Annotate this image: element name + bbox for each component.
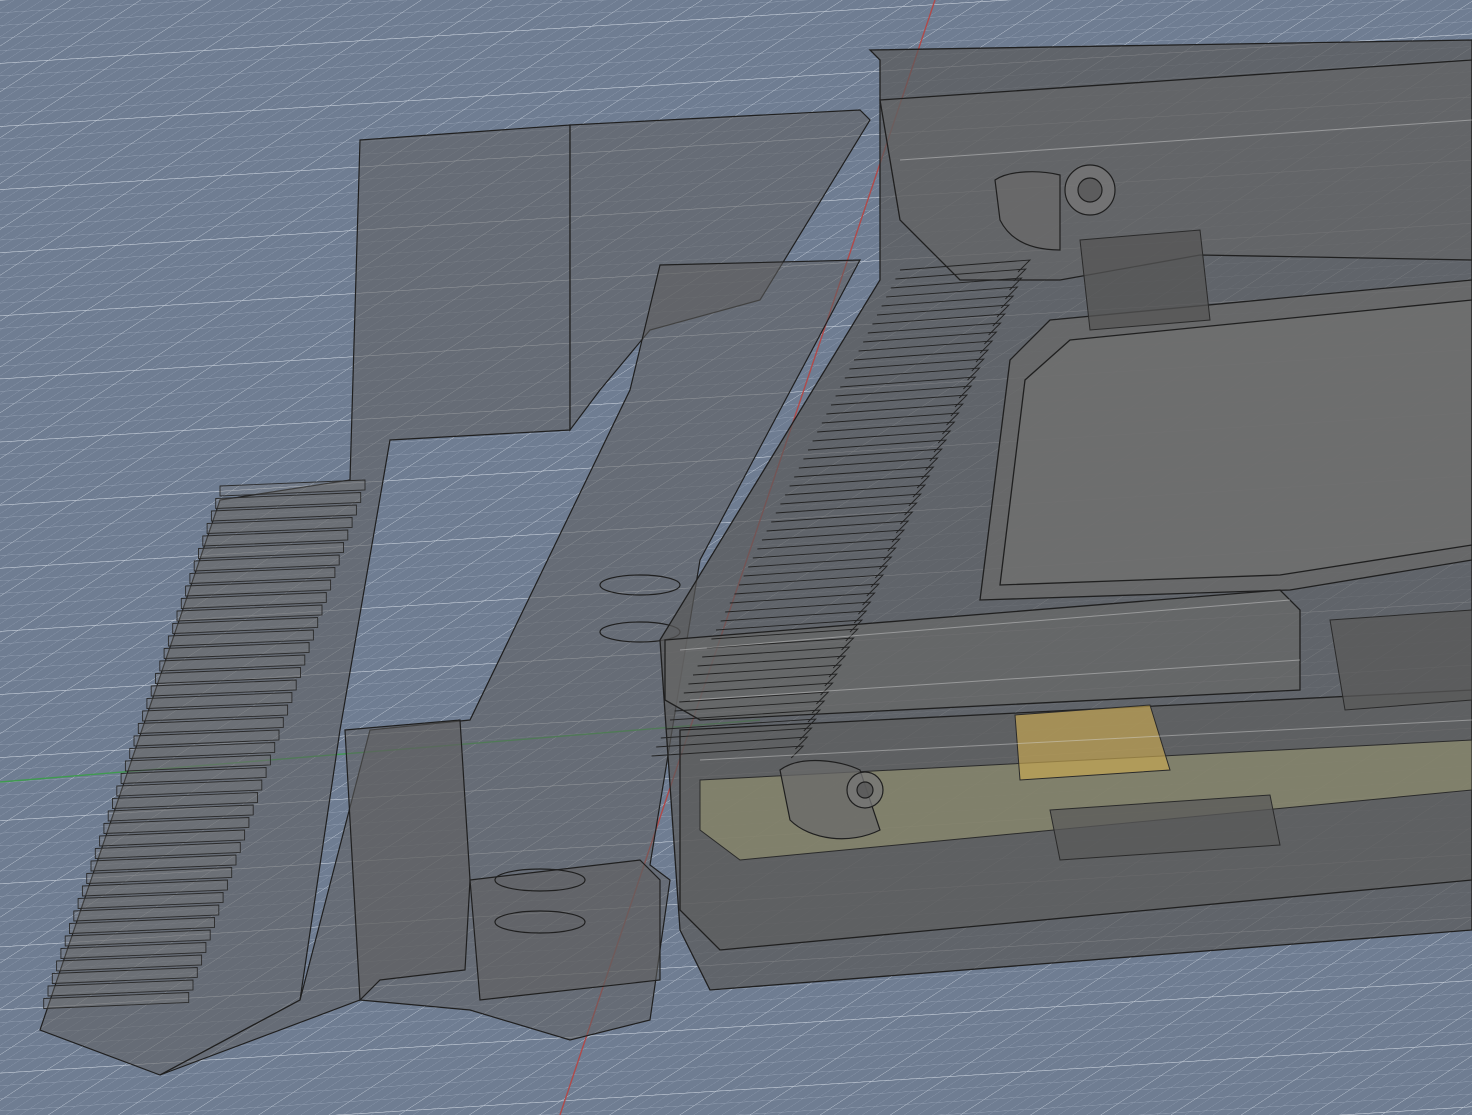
- right-port: [1329, 609, 1472, 711]
- top-connector: [1079, 229, 1211, 331]
- 3d-viewport[interactable]: [0, 0, 1472, 1115]
- model-scene[interactable]: [0, 0, 1472, 1115]
